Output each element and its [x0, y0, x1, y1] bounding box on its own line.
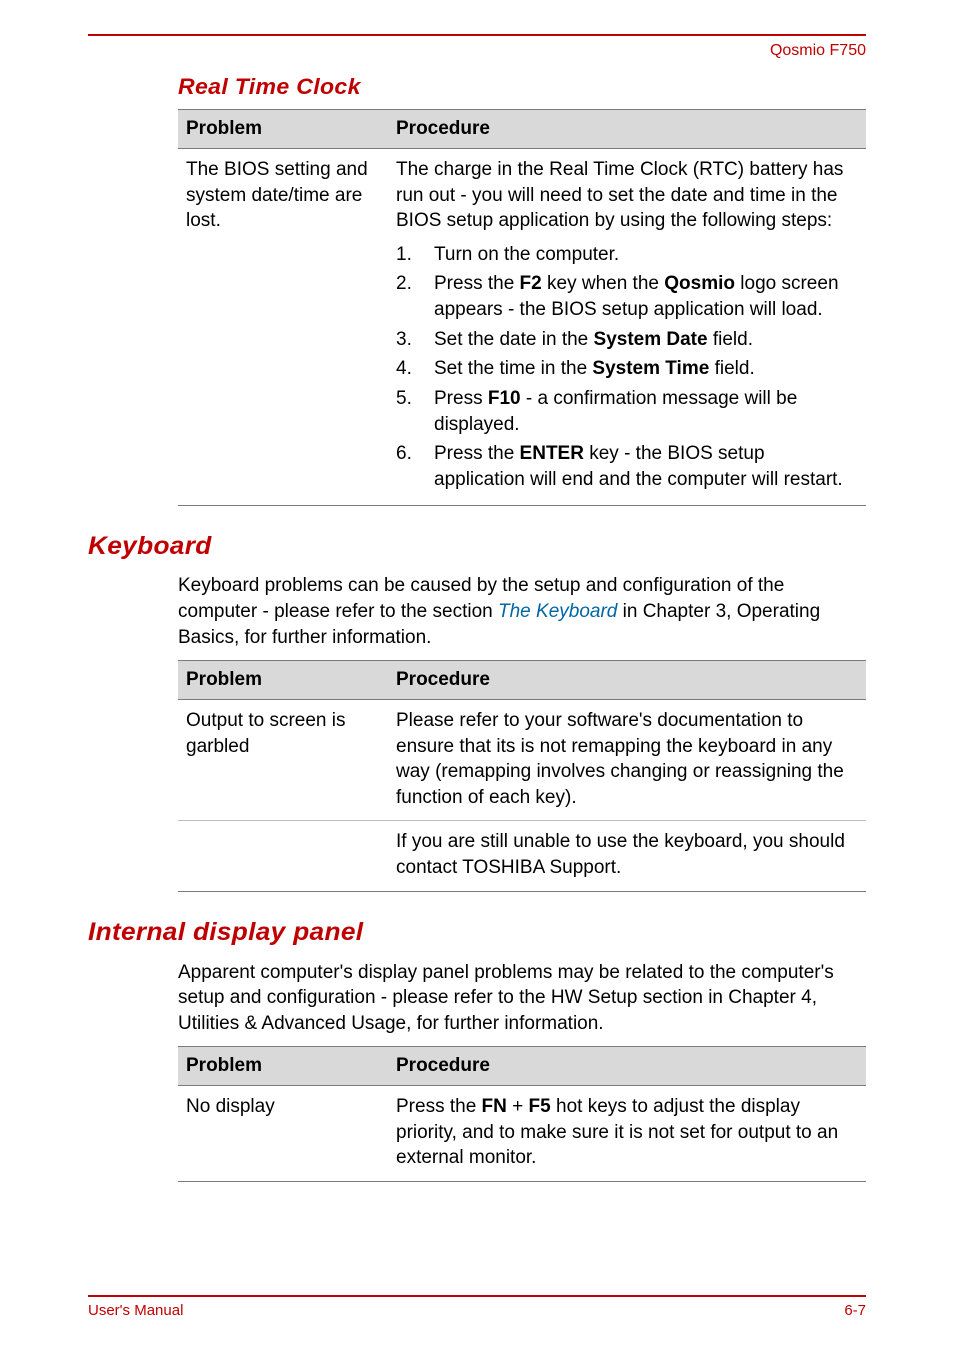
rtc-step-6: Press the ENTER key - the BIOS setup app… — [396, 439, 858, 494]
panel-col-problem: Problem — [178, 1047, 388, 1086]
header-rule — [88, 34, 866, 36]
keyboard-row2-proc: If you are still unable to use the keybo… — [388, 821, 866, 891]
panel-intro: Apparent computer's display panel proble… — [178, 960, 866, 1037]
rtc-table: Problem Procedure The BIOS setting and s… — [178, 109, 866, 505]
rtc-col-procedure: Procedure — [388, 110, 866, 149]
footer-right: 6-7 — [844, 1301, 866, 1321]
keyboard-row1-proc: Please refer to your software's document… — [388, 699, 866, 821]
header-product: Qosmio F750 — [88, 40, 866, 62]
section-panel-title: Internal display panel — [88, 916, 905, 950]
rtc-problem: The BIOS setting and system date/time ar… — [178, 148, 388, 505]
section-keyboard-title: Keyboard — [88, 530, 905, 564]
keyboard-intro: Keyboard problems can be caused by the s… — [178, 573, 866, 650]
rtc-step-3: Set the date in the System Date field. — [396, 325, 858, 355]
keyboard-link[interactable]: The Keyboard — [498, 601, 617, 622]
rtc-step-5: Press F10 - a confirmation message will … — [396, 384, 858, 439]
page-footer: User's Manual 6-7 — [88, 1295, 866, 1321]
rtc-step-4: Set the time in the System Time field. — [396, 354, 858, 384]
panel-col-procedure: Procedure — [388, 1047, 866, 1086]
rtc-step-1: Turn on the computer. — [396, 240, 858, 270]
keyboard-col-procedure: Procedure — [388, 661, 866, 700]
rtc-step-2: Press the F2 key when the Qosmio logo sc… — [396, 269, 858, 324]
rtc-intro: The charge in the Real Time Clock (RTC) … — [396, 157, 858, 234]
panel-row1-problem: No display — [178, 1086, 388, 1182]
keyboard-row1-problem: Output to screen is garbled — [178, 699, 388, 821]
panel-table: Problem Procedure No display Press the F… — [178, 1046, 866, 1182]
footer-left: User's Manual — [88, 1301, 183, 1321]
keyboard-table: Problem Procedure Output to screen is ga… — [178, 660, 866, 891]
panel-row1-proc: Press the FN + F5 hot keys to adjust the… — [388, 1086, 866, 1182]
keyboard-col-problem: Problem — [178, 661, 388, 700]
rtc-steps: Turn on the computer. Press the F2 key w… — [396, 240, 858, 495]
section-rtc-title: Real Time Clock — [178, 72, 900, 102]
keyboard-row2-problem — [178, 821, 388, 891]
rtc-col-problem: Problem — [178, 110, 388, 149]
rtc-procedure: The charge in the Real Time Clock (RTC) … — [388, 148, 866, 505]
